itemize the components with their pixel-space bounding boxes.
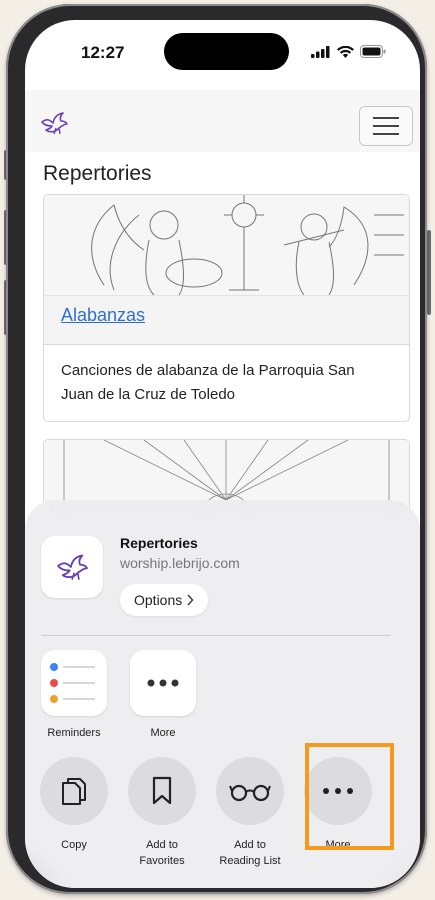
add-to-favorites-button[interactable] xyxy=(128,757,196,825)
copy-label: Copy xyxy=(61,839,87,851)
add-to-reading-list-action[interactable]: Add to Reading List xyxy=(210,757,290,869)
dove-logo-icon[interactable] xyxy=(39,110,69,136)
hamburger-line xyxy=(373,117,399,119)
angels-illustration xyxy=(44,195,409,296)
glasses-icon xyxy=(229,784,271,802)
copy-icon xyxy=(62,778,86,805)
bookmark-icon xyxy=(152,776,172,805)
page-title: Repertories xyxy=(43,162,152,185)
power-button xyxy=(427,230,431,315)
chevron-right-icon xyxy=(187,594,194,606)
more-apps-label: More xyxy=(150,727,176,739)
menu-toggle-button[interactable] xyxy=(359,106,413,146)
status-icons xyxy=(311,45,386,58)
hamburger-line xyxy=(373,125,399,127)
wifi-icon xyxy=(337,45,354,58)
options-button[interactable]: Options xyxy=(120,584,209,616)
card-illustration xyxy=(44,195,409,296)
share-site-url: worship.lebrijo.com xyxy=(120,555,240,571)
repertory-description: Canciones de alabanza de la Parroquia Sa… xyxy=(61,362,355,403)
signal-icon xyxy=(311,45,330,58)
options-label: Options xyxy=(134,592,183,608)
copy-action[interactable]: Copy xyxy=(34,757,114,853)
add-to-favorites-label: Add to Favorites xyxy=(139,839,185,867)
site-navbar xyxy=(25,90,420,152)
dove-logo-icon xyxy=(57,554,88,580)
reminders-app-button[interactable] xyxy=(41,650,107,716)
repertory-card: Alabanzas Canciones de alabanza de la Pa… xyxy=(43,194,410,422)
add-to-reading-list-button[interactable] xyxy=(216,757,284,825)
dynamic-island xyxy=(164,33,289,70)
ellipsis-icon xyxy=(147,679,179,687)
more-apps-button[interactable] xyxy=(130,650,196,716)
hamburger-line xyxy=(373,133,399,135)
sheet-divider xyxy=(41,635,391,636)
status-bar: 12:27 xyxy=(25,20,420,80)
repertory-link[interactable]: Alabanzas xyxy=(61,305,145,326)
status-time: 12:27 xyxy=(81,43,125,62)
site-icon xyxy=(41,536,103,598)
highlight-box xyxy=(305,743,394,850)
copy-button[interactable] xyxy=(40,757,108,825)
battery-icon xyxy=(360,45,386,58)
reminders-app-label: Reminders xyxy=(47,727,101,739)
add-to-favorites-action[interactable]: Add to Favorites xyxy=(122,757,202,869)
reminders-icon xyxy=(50,663,95,703)
share-site-title: Repertories xyxy=(120,535,198,551)
add-to-reading-list-label: Add to Reading List xyxy=(219,839,281,867)
